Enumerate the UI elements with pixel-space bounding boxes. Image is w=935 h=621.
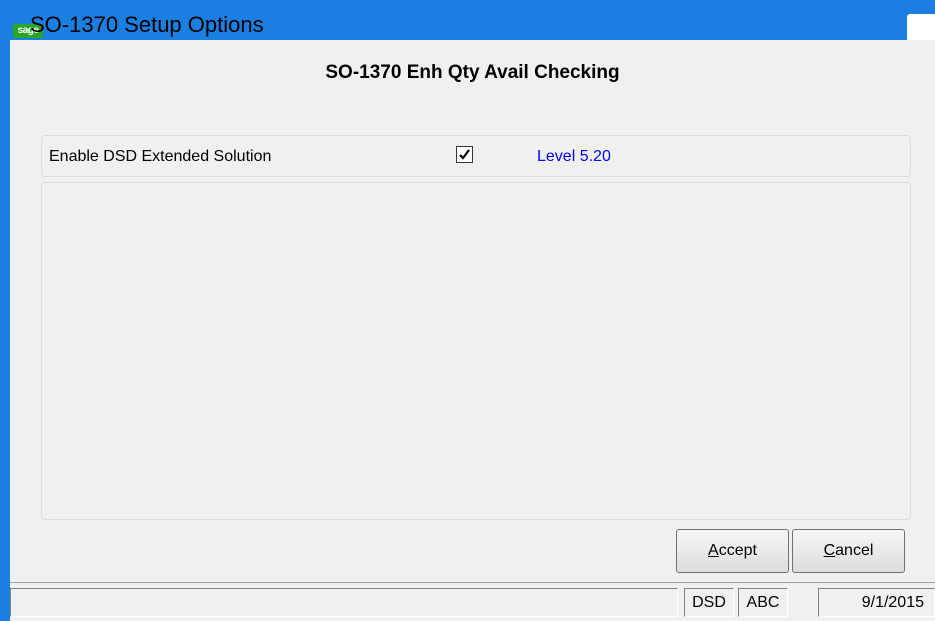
window-title: SO-1370 Setup Options — [30, 12, 264, 37]
accept-button[interactable]: Accept — [676, 529, 789, 573]
status-bar: DSD ABC 9/1/2015 — [10, 582, 935, 621]
title-bar-button[interactable] — [907, 14, 935, 42]
setup-options-window: sage SO-1370 Setup Options SO-1370 Enh Q… — [0, 0, 935, 621]
option-row-enable-dsd: Enable DSD Extended Solution Level 5.20 — [41, 135, 911, 177]
status-company-abc: ABC — [738, 588, 788, 617]
options-panel — [41, 182, 911, 520]
client-area: SO-1370 Enh Qty Avail Checking Enable DS… — [10, 40, 935, 621]
page-title: SO-1370 Enh Qty Avail Checking — [325, 62, 620, 83]
status-company-dsd: DSD — [684, 588, 734, 617]
status-message — [10, 588, 678, 617]
cancel-button[interactable]: Cancel — [792, 529, 905, 573]
enable-dsd-checkbox[interactable] — [456, 146, 473, 163]
accept-mnemonic: A — [708, 542, 719, 559]
cancel-mnemonic: C — [823, 542, 836, 559]
level-label: Level 5.20 — [537, 148, 611, 165]
checkmark-icon — [459, 149, 470, 160]
status-date: 9/1/2015 — [818, 588, 935, 617]
cancel-label: ancel — [835, 542, 874, 559]
title-bar[interactable]: sage SO-1370 Setup Options — [0, 0, 935, 42]
enable-dsd-label: Enable DSD Extended Solution — [49, 148, 272, 165]
accept-label: ccept — [718, 542, 757, 559]
